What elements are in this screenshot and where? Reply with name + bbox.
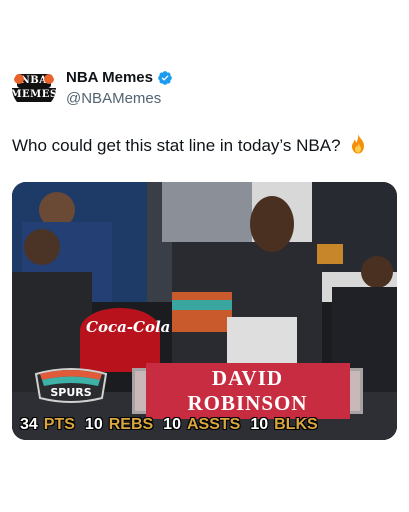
avatar[interactable]: NBA MEMES xyxy=(12,66,56,110)
tweet-text-body: Who could get this stat line in today’s … xyxy=(12,136,341,155)
author-handle[interactable]: @NBAMemes xyxy=(66,89,173,108)
stat-label: BLKS xyxy=(274,416,318,433)
stat-value: 10 xyxy=(163,416,181,433)
stat-label: ASSTS xyxy=(186,416,241,433)
cup-brand-text: Coca-Cola xyxy=(86,318,171,336)
stat-line: 34 PTS 10 REBS 10 ASSTS 10 BLKS xyxy=(20,414,390,436)
display-name-text: NBA Memes xyxy=(66,69,153,86)
basketball-icon xyxy=(44,74,54,84)
player-name-banner: DAVID ROBINSON xyxy=(132,363,363,419)
spurs-team-logo: SPURS xyxy=(34,368,108,403)
avatar-logo-bottom-text: MEMES xyxy=(12,88,56,102)
team-logo-text: SPURS xyxy=(50,386,91,399)
stat-value: 10 xyxy=(250,416,269,433)
tweet-text: Who could get this stat line in today’s … xyxy=(12,134,397,158)
fire-emoji-icon xyxy=(352,134,365,154)
player-name: DAVID ROBINSON xyxy=(145,363,350,419)
stat-value: 34 xyxy=(20,416,38,433)
stat-value: 10 xyxy=(84,416,103,433)
author-names: NBA Memes @NBAMemes xyxy=(66,68,173,108)
basketball-icon xyxy=(14,74,24,84)
tweet-header: NBA MEMES NBA Memes @NBAMemes xyxy=(12,66,173,110)
stat-label: REBS xyxy=(108,416,154,433)
author-display-name[interactable]: NBA Memes xyxy=(66,68,173,87)
verified-badge-icon xyxy=(158,70,172,85)
stat-label: PTS xyxy=(43,416,75,433)
tweet-media[interactable]: Coca-Cola SPURS DAVID ROBINSON 34 PTS 10… xyxy=(12,182,397,440)
avatar-logo: NBA MEMES xyxy=(12,71,56,105)
